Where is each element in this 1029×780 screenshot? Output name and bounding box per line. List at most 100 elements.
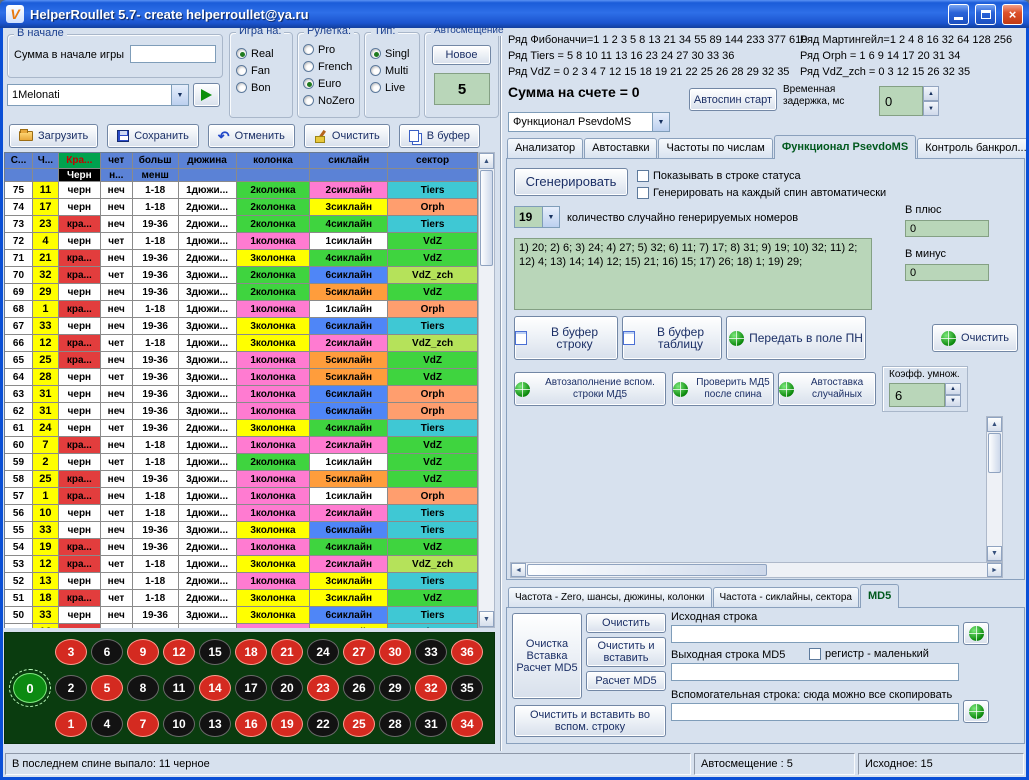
arrow-down-icon[interactable]: ▼: [987, 546, 1002, 561]
board-number-6[interactable]: 6: [91, 639, 123, 665]
history-row[interactable]: 5312кра...чет1-181дюжи...3колонка2сиклай…: [5, 556, 478, 573]
chevron-down-icon[interactable]: ▼: [542, 207, 559, 227]
history-row[interactable]: 571кра...неч1-181дюжи...1колонка1сиклайн…: [5, 488, 478, 505]
history-scrollbar[interactable]: ▲ ▼: [478, 152, 495, 628]
board-number-21[interactable]: 21: [271, 639, 303, 665]
freq-tab-Частота - Zero, шансы, дюжины, колонки[interactable]: Частота - Zero, шансы, дюжины, колонки: [508, 587, 712, 607]
mode-select[interactable]: Функционал PsevdoMS ▼: [508, 112, 670, 132]
scrollbar-thumb[interactable]: [527, 564, 767, 576]
board-number-8[interactable]: 8: [127, 675, 159, 701]
board-number-4[interactable]: 4: [91, 711, 123, 737]
board-number-12[interactable]: 12: [163, 639, 195, 665]
to-buffer-button[interactable]: В буфер: [399, 124, 480, 148]
coef-spinner[interactable]: 6 ▲ ▼: [889, 383, 961, 407]
autogenerate-checkbox[interactable]: Генерировать на каждый спин автоматическ…: [637, 187, 886, 199]
arrow-right-icon[interactable]: ►: [987, 563, 1002, 577]
board-number-15[interactable]: 15: [199, 639, 231, 665]
md5-clear-paste-calc-button[interactable]: Очистка Вставка Расчет MD5: [512, 613, 582, 699]
plus-value-field[interactable]: 0: [905, 220, 989, 237]
arrow-up-icon[interactable]: ▲: [479, 153, 494, 169]
board-number-24[interactable]: 24: [307, 639, 339, 665]
board-number-10[interactable]: 10: [163, 711, 195, 737]
board-number-31[interactable]: 31: [415, 711, 447, 737]
chevron-down-icon[interactable]: ▼: [171, 85, 188, 105]
board-number-5[interactable]: 5: [91, 675, 123, 701]
board-number-30[interactable]: 30: [379, 639, 411, 665]
history-row[interactable]: 5825кра...неч19-363дюжи...1колонка5сикла…: [5, 471, 478, 488]
board-number-9[interactable]: 9: [127, 639, 159, 665]
freq-tab-Частота - сиклайны, сектора[interactable]: Частота - сиклайны, сектора: [713, 587, 859, 607]
md5-calc-button[interactable]: Расчет MD5: [586, 671, 666, 691]
source-string-input[interactable]: [671, 625, 959, 643]
history-row[interactable]: 6929черннеч19-363дюжи...2колонка5сиклайн…: [5, 284, 478, 301]
radio-real[interactable]: Real: [236, 45, 274, 62]
arrow-down-icon[interactable]: ▼: [923, 101, 939, 116]
md5-clear-button[interactable]: Очистить: [586, 613, 666, 633]
save-button[interactable]: Сохранить: [107, 124, 199, 148]
history-row[interactable]: 5213черннеч1-182дюжи...1колонка3сиклайнT…: [5, 573, 478, 590]
chevron-down-icon[interactable]: ▼: [652, 113, 669, 131]
output-md5-input[interactable]: [671, 663, 959, 681]
autospin-start-button[interactable]: Автоспин старт: [689, 88, 777, 111]
board-number-28[interactable]: 28: [379, 711, 411, 737]
clear-generated-button[interactable]: Очистить: [932, 324, 1018, 352]
board-number-29[interactable]: 29: [379, 675, 411, 701]
radio-bon[interactable]: Bon: [236, 79, 274, 96]
board-number-27[interactable]: 27: [343, 639, 375, 665]
arrow-left-icon[interactable]: ◄: [511, 563, 526, 577]
board-number-2[interactable]: 2: [55, 675, 87, 701]
radio-french[interactable]: French: [303, 58, 355, 75]
history-row[interactable]: 7417черннеч1-182дюжи...2колонка3сиклайнO…: [5, 199, 478, 216]
board-number-20[interactable]: 20: [271, 675, 303, 701]
board-number-35[interactable]: 35: [451, 675, 483, 701]
arrow-up-icon[interactable]: ▲: [923, 86, 939, 101]
history-row[interactable]: 5118кра...чет1-182дюжи...3колонка3сиклай…: [5, 590, 478, 607]
history-row[interactable]: 5533черннеч19-363дюжи...3колонка6сиклайн…: [5, 522, 478, 539]
buffer-table-button[interactable]: В буфер таблицу: [622, 316, 722, 360]
history-row[interactable]: 6525кра...неч19-363дюжи...1колонка5сикла…: [5, 352, 478, 369]
profile-select[interactable]: 1Melonati ▼: [7, 84, 189, 106]
history-row[interactable]: 6331черннеч19-363дюжи...1колонка6сиклайн…: [5, 386, 478, 403]
lowercase-checkbox[interactable]: регистр - маленький: [809, 648, 929, 660]
buffer-row-button[interactable]: В буфер строку: [514, 316, 618, 360]
board-number-32[interactable]: 32: [415, 675, 447, 701]
freq-tab-MD5[interactable]: MD5: [860, 584, 899, 608]
radio-nozero[interactable]: NoZero: [303, 92, 355, 109]
history-row[interactable]: 681кра...неч1-181дюжи...1колонка1сиклайн…: [5, 301, 478, 318]
load-button[interactable]: Загрузить: [9, 124, 98, 148]
board-number-36[interactable]: 36: [451, 639, 483, 665]
new-autoshift-button[interactable]: Новое: [432, 45, 491, 65]
board-number-18[interactable]: 18: [235, 639, 267, 665]
radio-live[interactable]: Live: [370, 79, 409, 96]
maximize-button[interactable]: [975, 4, 996, 25]
play-button[interactable]: [193, 83, 220, 107]
title-bar[interactable]: V HelperRoullet 5.7- create helperroulle…: [0, 0, 1029, 28]
tab-Контроль банкрол...[interactable]: Контроль банкрол...: [917, 138, 1026, 158]
history-row[interactable]: 6231черннеч19-363дюжи...1колонка6сиклайн…: [5, 403, 478, 420]
arrow-down-icon[interactable]: ▼: [479, 611, 494, 627]
history-row[interactable]: 6733черннеч19-363дюжи...3колонка6сиклайн…: [5, 318, 478, 335]
undo-button[interactable]: ↶Отменить: [208, 124, 295, 148]
board-number-3[interactable]: 3: [55, 639, 87, 665]
md5-clear-and-paste-button[interactable]: Очистить и вставить: [586, 637, 666, 667]
board-number-0[interactable]: 0: [13, 673, 47, 703]
history-row[interactable]: 724чернчет1-181дюжи...1колонка1сиклайнVd…: [5, 233, 478, 250]
board-number-23[interactable]: 23: [307, 675, 339, 701]
close-button[interactable]: ×: [1002, 4, 1023, 25]
board-number-16[interactable]: 16: [235, 711, 267, 737]
board-number-22[interactable]: 22: [307, 711, 339, 737]
generate-button[interactable]: Сгенерировать: [514, 168, 628, 196]
minus-value-field[interactable]: 0: [905, 264, 989, 281]
radio-pro[interactable]: Pro: [303, 41, 355, 58]
source-globe-button[interactable]: [963, 622, 989, 645]
history-row[interactable]: 4916кра...чет1-182дюжи...1колонка3сиклай…: [5, 624, 478, 628]
tab-Частоты по числам[interactable]: Частоты по числам: [658, 138, 772, 158]
board-number-11[interactable]: 11: [163, 675, 195, 701]
board-number-25[interactable]: 25: [343, 711, 375, 737]
generated-numbers-textarea[interactable]: 1) 20; 2) 6; 3) 24; 4) 27; 5) 32; 6) 11;…: [514, 238, 872, 310]
autofill-md5-button[interactable]: Автозаполнение вспом. строки МД5: [514, 372, 666, 406]
history-row[interactable]: 5419кра...неч19-362дюжи...1колонка4сикла…: [5, 539, 478, 556]
board-number-7[interactable]: 7: [127, 711, 159, 737]
arrow-down-icon[interactable]: ▼: [945, 395, 961, 407]
history-row[interactable]: 6428чернчет19-363дюжи...1колонка5сиклайн…: [5, 369, 478, 386]
